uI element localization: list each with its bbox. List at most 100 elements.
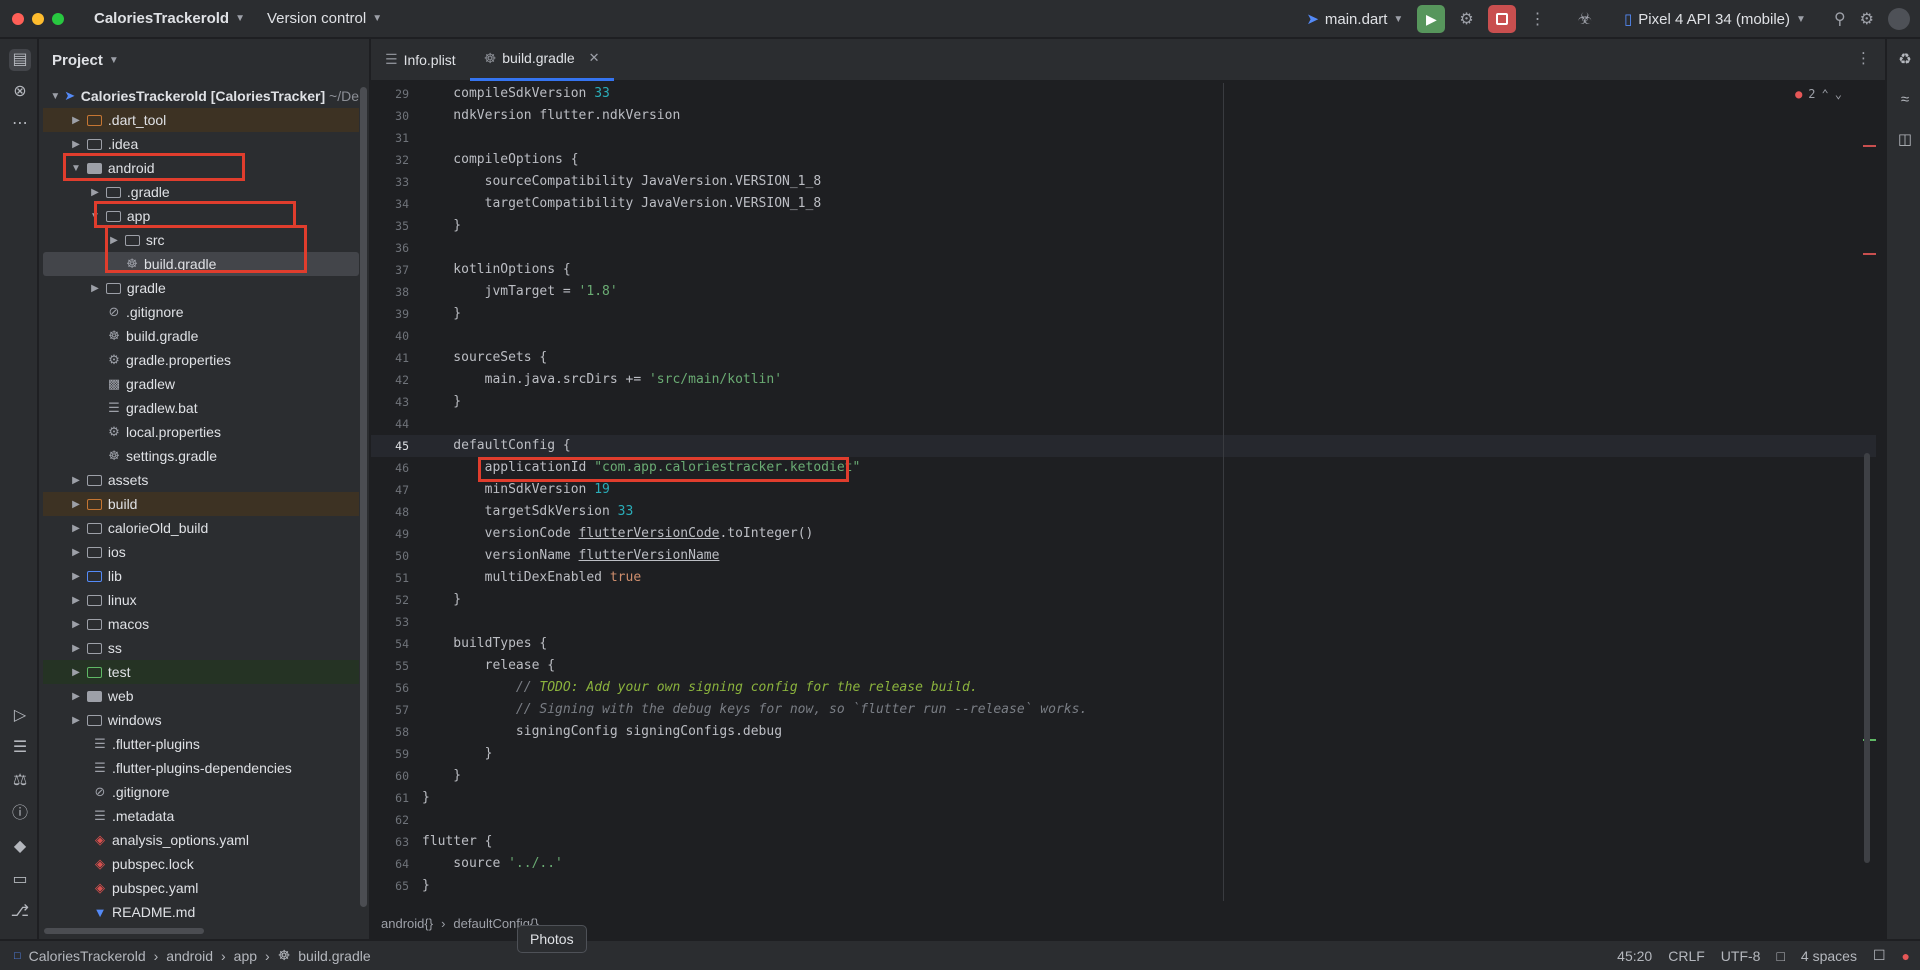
line-number: 39 xyxy=(395,307,409,321)
tree-item[interactable]: ⊘ .gitignore xyxy=(43,780,359,804)
status-path: □ CaloriesTrackerold › android › app › ☸… xyxy=(0,947,371,964)
commit-icon[interactable]: ⊗ xyxy=(9,81,31,103)
tree-item[interactable]: ⚙ local.properties xyxy=(43,420,359,444)
tree-item-label: calorieOld_build xyxy=(107,520,209,536)
run-tool-icon[interactable]: ▷ xyxy=(9,705,31,727)
more-tools-icon[interactable]: ⋯ xyxy=(9,113,31,135)
run-button[interactable]: ▶ xyxy=(1417,5,1446,33)
tree-item[interactable]: ▶ linux xyxy=(43,588,359,612)
run-config-selector[interactable]: ➤ main.dart ▼ xyxy=(1306,10,1403,29)
stop-button[interactable] xyxy=(1487,5,1516,33)
tree-item[interactable]: ▶ gradle xyxy=(43,276,359,300)
bug-icon[interactable]: ☣ xyxy=(1578,9,1592,29)
tree-item[interactable]: ▶ lib xyxy=(43,564,359,588)
chevron-down-icon: ▼ xyxy=(50,90,61,102)
chevron-down-icon: ▼ xyxy=(235,13,245,24)
terminal-icon[interactable]: ▭ xyxy=(9,869,31,891)
tree-item[interactable]: ▶ .dart_tool xyxy=(43,108,359,132)
chevron-up-icon[interactable]: ⌃ xyxy=(1822,87,1829,101)
tree-item[interactable]: ▼ README.md xyxy=(43,900,359,924)
tree-item[interactable]: ▶ windows xyxy=(43,708,359,732)
code-line: // Signing with the debug keys for now, … xyxy=(422,702,1088,717)
tree-root[interactable]: ▼ ➤ CaloriesTrackerold [CaloriesTracker]… xyxy=(43,84,359,108)
breadcrumb-item[interactable]: android{} xyxy=(381,916,433,931)
tree-item[interactable]: ◈ pubspec.lock xyxy=(43,852,359,876)
close-window-button[interactable] xyxy=(12,12,24,25)
code-line: } xyxy=(422,746,493,761)
line-separator[interactable]: CRLF xyxy=(1668,948,1705,964)
code-line: versionName flutterVersionName xyxy=(422,545,720,567)
git-branch-icon[interactable]: ⎇ xyxy=(9,901,31,923)
file-encoding[interactable]: UTF-8 xyxy=(1721,948,1761,964)
tree-item[interactable]: ☸ build.gradle xyxy=(43,324,359,348)
structure-icon[interactable]: ☰ xyxy=(9,737,31,759)
tree-item[interactable]: ▶ ss xyxy=(43,636,359,660)
project-scrollbar[interactable] xyxy=(360,87,367,907)
minimize-window-button[interactable] xyxy=(32,12,44,25)
tree-item-label: linux xyxy=(107,592,137,608)
project-switcher[interactable]: CaloriesTrackerold ▼ xyxy=(94,10,245,27)
error-marker[interactable] xyxy=(1863,145,1876,147)
tree-item[interactable]: ⚙ gradle.properties xyxy=(43,348,359,372)
tree-item[interactable]: ▶ test xyxy=(43,660,359,684)
tree-item[interactable]: ☰ .flutter-plugins xyxy=(43,732,359,756)
tree-item[interactable]: ▩ gradlew xyxy=(43,372,359,396)
tree-item[interactable]: ▶ macos xyxy=(43,612,359,636)
error-notification-icon[interactable]: ● xyxy=(1902,948,1910,964)
tree-item[interactable]: ▶ web xyxy=(43,684,359,708)
running-devices-icon[interactable]: ◫ xyxy=(1894,129,1916,151)
tree-item[interactable]: ▶ calorieOld_build xyxy=(43,516,359,540)
problems-icon[interactable]: ⓘ xyxy=(9,803,31,825)
error-marker[interactable] xyxy=(1863,253,1876,255)
tree-item-label: .gitignore xyxy=(112,784,170,800)
code-editor[interactable]: 29 30 31 32 33 34 35 36 37 38 39 40 41 42 43 44 45 46 47 48… xyxy=(371,83,1876,901)
project-horizontal-scrollbar[interactable] xyxy=(44,928,204,934)
tree-item-label: .metadata xyxy=(112,808,175,824)
project-panel-header[interactable]: Project ▼ xyxy=(39,39,369,81)
tab-info-plist[interactable]: ☰ Info.plist xyxy=(371,39,470,81)
status-path-item[interactable]: app xyxy=(234,948,257,964)
tree-item[interactable]: ◈ analysis_options.yaml xyxy=(43,828,359,852)
lock-icon[interactable]: ☐ xyxy=(1873,947,1886,964)
settings-gear-icon[interactable]: ⚙ xyxy=(1860,9,1874,29)
project-folder-icon[interactable]: ▤ xyxy=(9,49,31,71)
inspection-widget[interactable]: ● 2 ⌃ ⌄ xyxy=(1795,87,1842,101)
tree-item[interactable]: ▶ assets xyxy=(43,468,359,492)
status-path-item[interactable]: CaloriesTrackerold xyxy=(29,948,146,964)
line-number: 44 xyxy=(395,417,409,431)
indent-setting[interactable]: 4 spaces xyxy=(1801,948,1857,964)
chevron-down-icon[interactable]: ⌄ xyxy=(1835,87,1842,101)
close-tab-icon[interactable]: ✕ xyxy=(589,50,600,66)
project-panel-title: Project xyxy=(52,51,103,69)
caret-position[interactable]: 45:20 xyxy=(1617,948,1652,964)
avatar[interactable] xyxy=(1888,8,1910,30)
comment-icon[interactable]: □ xyxy=(1776,948,1784,964)
tab-more-icon[interactable]: ⋮ xyxy=(1856,49,1871,67)
tree-item[interactable]: ▶ ios xyxy=(43,540,359,564)
zoom-window-button[interactable] xyxy=(52,12,64,25)
vcs-menu[interactable]: Version control ▼ xyxy=(267,10,382,27)
window-controls xyxy=(12,12,64,25)
tab-build-gradle[interactable]: ☸ build.gradle ✕ xyxy=(469,39,614,81)
code-text: multiDexEnabled xyxy=(422,570,610,585)
device-selector[interactable]: ▯ Pixel 4 API 34 (mobile) ▼ xyxy=(1624,10,1806,29)
status-path-item[interactable]: android xyxy=(166,948,213,964)
tree-item[interactable]: ☰ .metadata xyxy=(43,804,359,828)
status-path-item[interactable]: build.gradle xyxy=(298,948,370,964)
tree-item[interactable]: ☸ settings.gradle xyxy=(43,444,359,468)
tree-item[interactable]: ☰ .flutter-plugins-dependencies xyxy=(43,756,359,780)
logcat-icon[interactable]: ⚖ xyxy=(9,770,31,792)
tree-item[interactable]: ⊘ .gitignore xyxy=(43,300,359,324)
gem-icon[interactable]: ◆ xyxy=(9,836,31,858)
editor-scrollbar[interactable] xyxy=(1864,453,1870,863)
device-manager-wifi-icon[interactable]: ≈ xyxy=(1894,89,1916,111)
module-icon: □ xyxy=(14,949,21,962)
tree-item[interactable]: ◈ pubspec.yaml xyxy=(43,876,359,900)
search-icon[interactable]: ⚲ xyxy=(1834,9,1846,29)
tree-item[interactable]: ▶ build xyxy=(43,492,359,516)
notifications-bell-icon[interactable]: ♻ xyxy=(1894,49,1916,71)
debug-icon[interactable]: ⚙ xyxy=(1459,9,1473,29)
code-line: targetSdkVersion 33 xyxy=(422,501,634,523)
tree-item[interactable]: ☰ gradlew.bat xyxy=(43,396,359,420)
more-actions-icon[interactable]: ⋮ xyxy=(1530,9,1546,29)
